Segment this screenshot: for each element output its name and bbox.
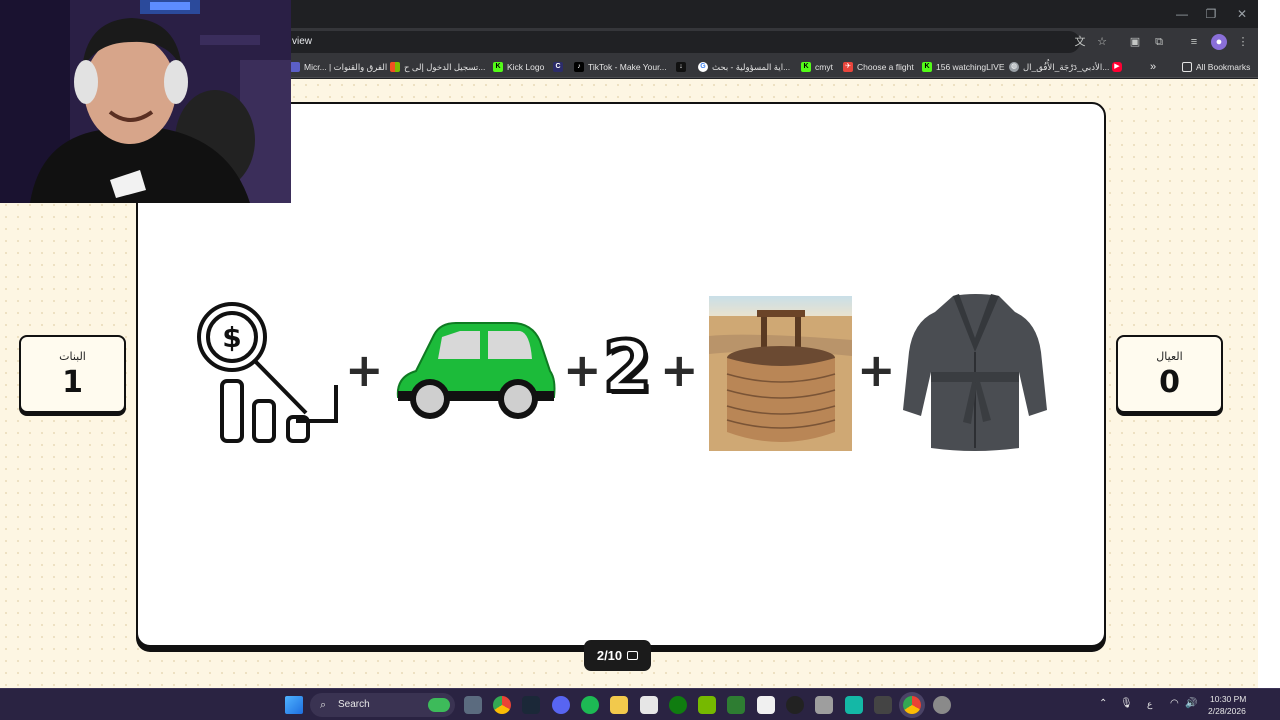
settings-gear-icon[interactable]	[933, 696, 951, 714]
bookmark-label: اية المسؤولية - بحث...	[712, 61, 791, 72]
store-icon[interactable]	[640, 696, 658, 714]
kick-icon: K	[801, 62, 811, 72]
windows-taskbar: ⌕ Search ⌃ 🎙 ع ◠ 🔊 10:30 PM 2/28/2026	[0, 688, 1280, 720]
girls-team-label: البنات	[59, 350, 86, 363]
profile-avatar-icon[interactable]: ●	[1211, 34, 1227, 50]
input-language[interactable]: ع	[1147, 699, 1152, 710]
xbox-icon[interactable]	[669, 696, 687, 714]
media-icon[interactable]: ▣	[1127, 34, 1143, 50]
page-scroll-edge	[1258, 0, 1280, 688]
svg-text:$: $	[222, 321, 241, 354]
teal-app-icon[interactable]	[845, 696, 863, 714]
g-app-icon[interactable]	[786, 696, 804, 714]
url-field[interactable]: view	[280, 31, 1080, 53]
boys-team-score: 0	[1159, 365, 1180, 400]
bookmark-tiktok[interactable]: ♪ TikTok - Make Your...	[574, 59, 667, 75]
globe-icon: ◍	[1009, 62, 1019, 72]
progress-text: 2/10	[596, 648, 623, 663]
extensions-icon[interactable]: ⧉	[1151, 34, 1167, 50]
bookmark-microsoft-login[interactable]: تسجيل الدخول إلى ح...	[390, 59, 485, 75]
bookmarks-overflow[interactable]: »	[1150, 59, 1156, 75]
folder-icon	[1182, 62, 1192, 72]
plus-sign: +	[660, 343, 699, 397]
bookmark-google-search[interactable]: G اية المسؤولية - بحث...	[698, 59, 790, 75]
nvidia-icon[interactable]	[698, 696, 716, 714]
maximize-icon[interactable]: ❐	[1203, 6, 1219, 22]
tools-app-icon[interactable]	[874, 696, 892, 714]
discord-icon[interactable]	[552, 696, 570, 714]
teams-icon	[290, 62, 300, 72]
bookmark-label: تسجيل الدخول إلى ح...	[404, 61, 486, 72]
steam-icon[interactable]	[522, 696, 540, 714]
all-bookmarks-label: All Bookmarks	[1196, 62, 1251, 72]
translate-icon[interactable]: 文	[1072, 34, 1088, 50]
download-icon: ↓	[676, 62, 686, 72]
money-decline-icon: $	[197, 302, 338, 443]
search-placeholder: Search	[338, 699, 370, 710]
bookmark-download[interactable]: ↓	[676, 59, 686, 75]
bookmark-kick-logo[interactable]: K Kick Logo	[493, 59, 544, 75]
bathrobe-image	[903, 294, 1047, 451]
windows-start-icon[interactable]	[285, 696, 303, 714]
reading-list-icon[interactable]: ≡	[1186, 34, 1202, 50]
kick-icon: K	[493, 62, 503, 72]
bookmark-youtube[interactable]: ▶	[1112, 59, 1122, 75]
bookmark-label: Micr... | الفرق والقنوات	[304, 61, 388, 72]
chrome-active-icon[interactable]	[903, 696, 921, 714]
bookmark-label: TikTok - Make Your...	[588, 62, 667, 72]
girls-score-card: البنات 1	[19, 335, 126, 413]
search-icon: ⌕	[320, 699, 327, 711]
bookmark-kick-live[interactable]: K 156 watchingLIVE	[922, 59, 1005, 75]
spotify-icon[interactable]	[581, 696, 599, 714]
weather-widget-icon[interactable]	[428, 698, 450, 712]
bookmark-label: cmyt	[815, 62, 833, 72]
girls-team-score: 1	[62, 365, 83, 400]
webcam-overlay	[0, 0, 291, 203]
bookmark-teams[interactable]: Micr... | الفرق والقنوات	[290, 59, 387, 75]
boys-score-card: العيال 0	[1116, 335, 1223, 413]
brick-well-image	[709, 296, 852, 451]
bookmark-cmyt[interactable]: K cmyt	[801, 59, 833, 75]
chrome-icon[interactable]	[493, 696, 511, 714]
bookmark-choose-flight[interactable]: ✈ Choose a flight	[843, 59, 914, 75]
minimize-icon[interactable]: —	[1174, 6, 1190, 22]
bookmark-label: Choose a flight	[857, 62, 914, 72]
tray-chevron-icon[interactable]: ⌃	[1099, 698, 1107, 709]
close-icon[interactable]: ✕	[1234, 6, 1250, 22]
plus-sign: +	[345, 343, 384, 397]
youtube-icon: ▶	[1112, 62, 1122, 72]
all-bookmarks[interactable]: All Bookmarks	[1182, 59, 1250, 75]
wifi-icon[interactable]: ◠	[1170, 698, 1179, 709]
streamer-camera-feed	[0, 0, 291, 203]
microsoft-icon	[390, 62, 400, 72]
boys-team-label: العيال	[1156, 350, 1183, 363]
google-icon: G	[698, 62, 708, 72]
image-icon	[627, 651, 639, 660]
plus-sign: +	[857, 343, 896, 397]
camera-app-icon[interactable]	[464, 696, 482, 714]
bookmark-label: 156 watchingLIVE	[936, 62, 1005, 72]
c-site-icon: C	[553, 62, 563, 72]
bookmark-c[interactable]: C	[553, 59, 563, 75]
bookmark-star-icon[interactable]: ☆	[1094, 34, 1110, 50]
volume-icon[interactable]: 🔊	[1185, 698, 1197, 709]
question-progress-badge: 2/10	[584, 640, 651, 671]
green-car-image	[396, 322, 556, 419]
microphone-icon[interactable]: 🎙	[1120, 698, 1133, 709]
menu-kebab-icon[interactable]: ⋮	[1235, 34, 1251, 50]
number-two: 2	[601, 326, 654, 408]
bookmark-label: الأدبي_دَرْجَة_الأُفُق_ال...	[1023, 61, 1110, 72]
file-explorer-icon[interactable]	[610, 696, 628, 714]
bookmark-arabic-article[interactable]: ◍ الأدبي_دَرْجَة_الأُفُق_ال...	[1009, 59, 1109, 75]
clock-time[interactable]: 10:30 PM	[1210, 694, 1246, 704]
archive-icon[interactable]	[815, 696, 833, 714]
app-arrow-icon[interactable]	[727, 696, 745, 714]
tiktok-icon: ♪	[574, 62, 584, 72]
bookmark-label: Kick Logo	[507, 62, 545, 72]
document-icon[interactable]	[757, 696, 775, 714]
kick-icon: K	[922, 62, 932, 72]
flight-icon: ✈	[843, 62, 853, 72]
plus-sign: +	[563, 343, 602, 397]
clock-date[interactable]: 2/28/2026	[1208, 706, 1246, 716]
